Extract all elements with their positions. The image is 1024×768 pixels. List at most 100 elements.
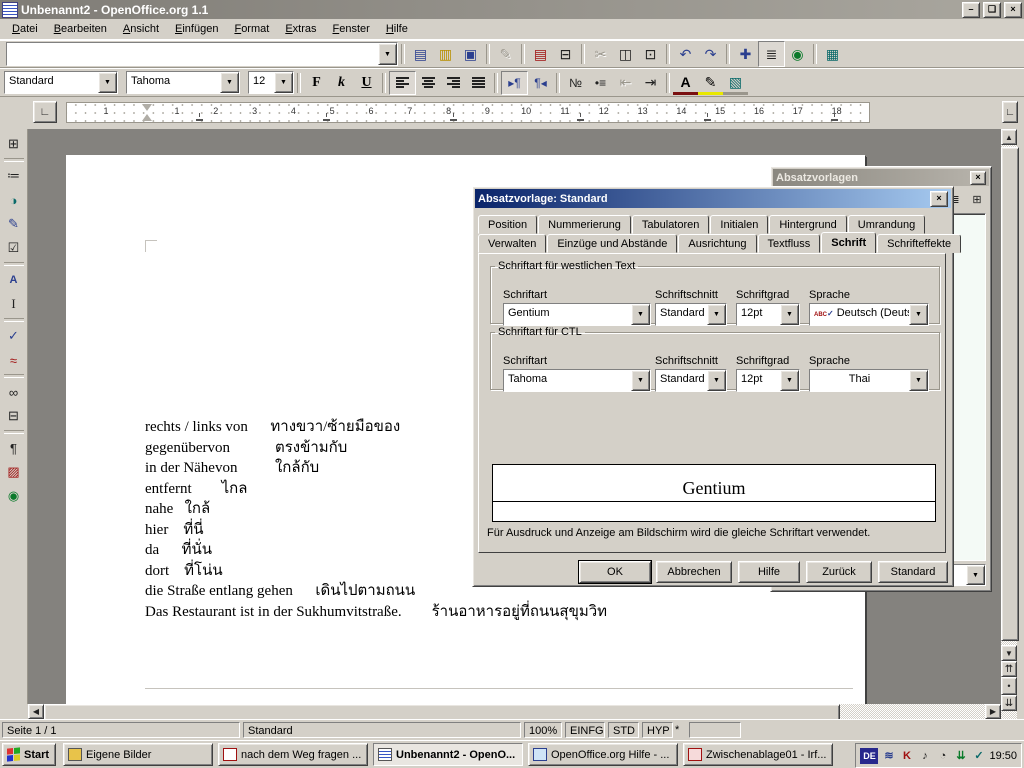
tab-nummerierung[interactable]: Nummerierung — [538, 215, 631, 234]
tab-type-selector[interactable]: ∟ — [33, 101, 57, 123]
data-sources-icon[interactable]: ⊟ — [2, 404, 26, 428]
western-font-dropdown-icon[interactable]: ▼ — [631, 304, 650, 325]
tab-verwalten[interactable]: Verwalten — [478, 234, 546, 253]
edit-file-icon[interactable]: ✎ — [493, 42, 518, 66]
language-indicator[interactable]: DE — [860, 748, 878, 764]
scroll-right-icon[interactable]: ▶ — [985, 704, 1001, 719]
menu-extras[interactable]: Extras — [277, 20, 324, 38]
new-style-icon[interactable]: ⊞ — [967, 190, 987, 208]
menu-einfuegen[interactable]: Einfügen — [167, 20, 226, 38]
tab-schrifteffekte[interactable]: Schrifteffekte — [877, 234, 961, 253]
window-titlebar[interactable]: Unbenannt2 - OpenOffice.org 1.1 – ❑ × — [0, 0, 1024, 19]
save-icon[interactable]: ▣ — [458, 42, 483, 66]
abbrechen-button[interactable]: Abbrechen — [656, 561, 732, 583]
status-page[interactable]: Seite 1 / 1 — [2, 722, 240, 738]
ok-button[interactable]: OK — [579, 561, 651, 583]
western-language-value[interactable]: ABC✓Deutsch (Deutsc — [810, 304, 909, 325]
graphics-on-off-icon[interactable]: ▨ — [2, 460, 26, 484]
align-left-icon[interactable] — [389, 71, 416, 95]
stylist-filter-dropdown-icon[interactable]: ▼ — [966, 565, 985, 585]
url-dropdown-icon[interactable]: ▼ — [378, 43, 397, 65]
scroll-down-icon[interactable]: ▼ — [1001, 645, 1017, 661]
bullets-icon[interactable]: •≡ — [588, 72, 613, 94]
increase-indent-icon[interactable]: ⇥ — [638, 72, 663, 94]
italic-button[interactable]: k — [329, 72, 354, 94]
undo-icon[interactable]: ↶ — [673, 42, 698, 66]
messenger-tray-icon[interactable]: ✓ — [971, 748, 986, 763]
ctl-style-value[interactable]: Standard — [656, 370, 707, 391]
font-size-value[interactable]: 12 — [249, 72, 274, 93]
navigator-icon[interactable]: ✚ — [733, 42, 758, 66]
tab-einzuege[interactable]: Einzüge und Abstände — [547, 234, 677, 253]
dialog-close-icon[interactable]: × — [930, 191, 948, 207]
url-value[interactable] — [7, 43, 378, 65]
horizontal-scrollbar[interactable]: ◀ ▶ — [28, 704, 1001, 719]
western-font-value[interactable]: Gentium — [504, 304, 631, 325]
font-color-icon[interactable]: A — [673, 73, 698, 95]
ctl-language-dropdown-icon[interactable]: ▼ — [909, 370, 928, 391]
insert-table-icon[interactable]: ⊞ — [2, 132, 26, 156]
scroll-up-icon[interactable]: ▲ — [1001, 129, 1017, 145]
maximize-button[interactable]: ❑ — [983, 2, 1001, 18]
align-right-icon[interactable] — [441, 72, 466, 94]
find-replace-icon[interactable]: ∞ — [2, 380, 26, 404]
western-size-combo[interactable]: 12pt ▼ — [736, 303, 800, 326]
quickstarter-tray-icon[interactable]: ≋ — [881, 748, 896, 763]
paragraph-background-icon[interactable]: ▧ — [723, 73, 748, 95]
previous-page-icon[interactable]: ⇈ — [1001, 661, 1017, 677]
western-language-dropdown-icon[interactable]: ▼ — [909, 304, 928, 325]
cut-icon[interactable]: ✂ — [588, 42, 613, 66]
underline-button[interactable]: U — [354, 72, 379, 94]
menu-bearbeiten[interactable]: Bearbeiten — [46, 20, 115, 38]
navigation-dot-icon[interactable]: • — [1001, 677, 1017, 695]
form-functions-icon[interactable]: ☑ — [2, 236, 26, 260]
indent-marker-bottom[interactable] — [142, 114, 152, 121]
ctl-style-dropdown-icon[interactable]: ▼ — [707, 370, 726, 391]
highlighting-icon[interactable]: ✎ — [698, 73, 723, 95]
paste-icon[interactable]: ⊡ — [638, 42, 663, 66]
western-style-dropdown-icon[interactable]: ▼ — [707, 304, 726, 325]
ctl-language-combo[interactable]: Thai ▼ — [809, 369, 929, 392]
menu-format[interactable]: Format — [226, 20, 277, 38]
ctl-font-value[interactable]: Tahoma — [504, 370, 631, 391]
paragraph-style-value[interactable]: Standard — [5, 72, 98, 93]
dialog-titlebar[interactable]: Absatzvorlage: Standard × — [475, 189, 951, 208]
insert-fields-icon[interactable]: ≔ — [2, 164, 26, 188]
status-selection-mode[interactable]: STD — [608, 722, 639, 738]
direct-cursor-icon[interactable]: I — [2, 292, 26, 316]
western-size-dropdown-icon[interactable]: ▼ — [780, 304, 799, 325]
hilfe-button[interactable]: Hilfe — [738, 561, 800, 583]
indent-marker-top[interactable] — [142, 104, 152, 111]
tab-initialen[interactable]: Initialen — [710, 215, 768, 234]
font-name-value[interactable]: Tahoma — [127, 72, 220, 93]
auto-spellcheck-icon[interactable]: ≈ — [2, 348, 26, 372]
align-center-icon[interactable] — [416, 72, 441, 94]
paragraph-style-combo[interactable]: Standard ▼ — [4, 71, 118, 94]
redo-icon[interactable]: ↷ — [698, 42, 723, 66]
stylist-close-icon[interactable]: × — [970, 171, 986, 185]
online-layout-icon[interactable]: ◉ — [2, 484, 26, 508]
tab-ausrichtung[interactable]: Ausrichtung — [678, 234, 756, 253]
western-style-value[interactable]: Standard — [656, 304, 707, 325]
size-dropdown-icon[interactable]: ▼ — [274, 72, 293, 93]
menu-hilfe[interactable]: Hilfe — [378, 20, 416, 38]
taskbar-item-zwischenablage[interactable]: Zwischenablage01 - Irf... — [683, 743, 833, 766]
open-icon[interactable]: ▥ — [433, 42, 458, 66]
copy-icon[interactable]: ◫ — [613, 42, 638, 66]
hyperlink-icon[interactable]: ◉ — [785, 42, 810, 66]
autotext-icon[interactable]: A — [2, 268, 26, 292]
close-button[interactable]: × — [1004, 2, 1022, 18]
tab-schrift[interactable]: Schrift — [821, 232, 876, 255]
menu-fenster[interactable]: Fenster — [325, 20, 378, 38]
scroll-left-icon[interactable]: ◀ — [28, 704, 44, 719]
taskbar-item-unbenannt2[interactable]: Unbenannt2 - OpenO... — [373, 743, 523, 766]
spellcheck-icon[interactable]: ✓ — [2, 324, 26, 348]
tab-position[interactable]: Position — [478, 215, 537, 234]
status-page-style[interactable]: Standard — [243, 722, 521, 738]
left-to-right-icon[interactable]: ▸¶ — [501, 71, 528, 95]
print-icon[interactable]: ⊟ — [553, 42, 578, 66]
taskbar-item-ooo-hilfe[interactable]: OpenOffice.org Hilfe - ... — [528, 743, 678, 766]
ctl-font-dropdown-icon[interactable]: ▼ — [631, 370, 650, 391]
vertical-scrollbar[interactable]: ▲ ▼ ⇈ • ⇊ — [1001, 129, 1017, 719]
font-dropdown-icon[interactable]: ▼ — [220, 72, 239, 93]
